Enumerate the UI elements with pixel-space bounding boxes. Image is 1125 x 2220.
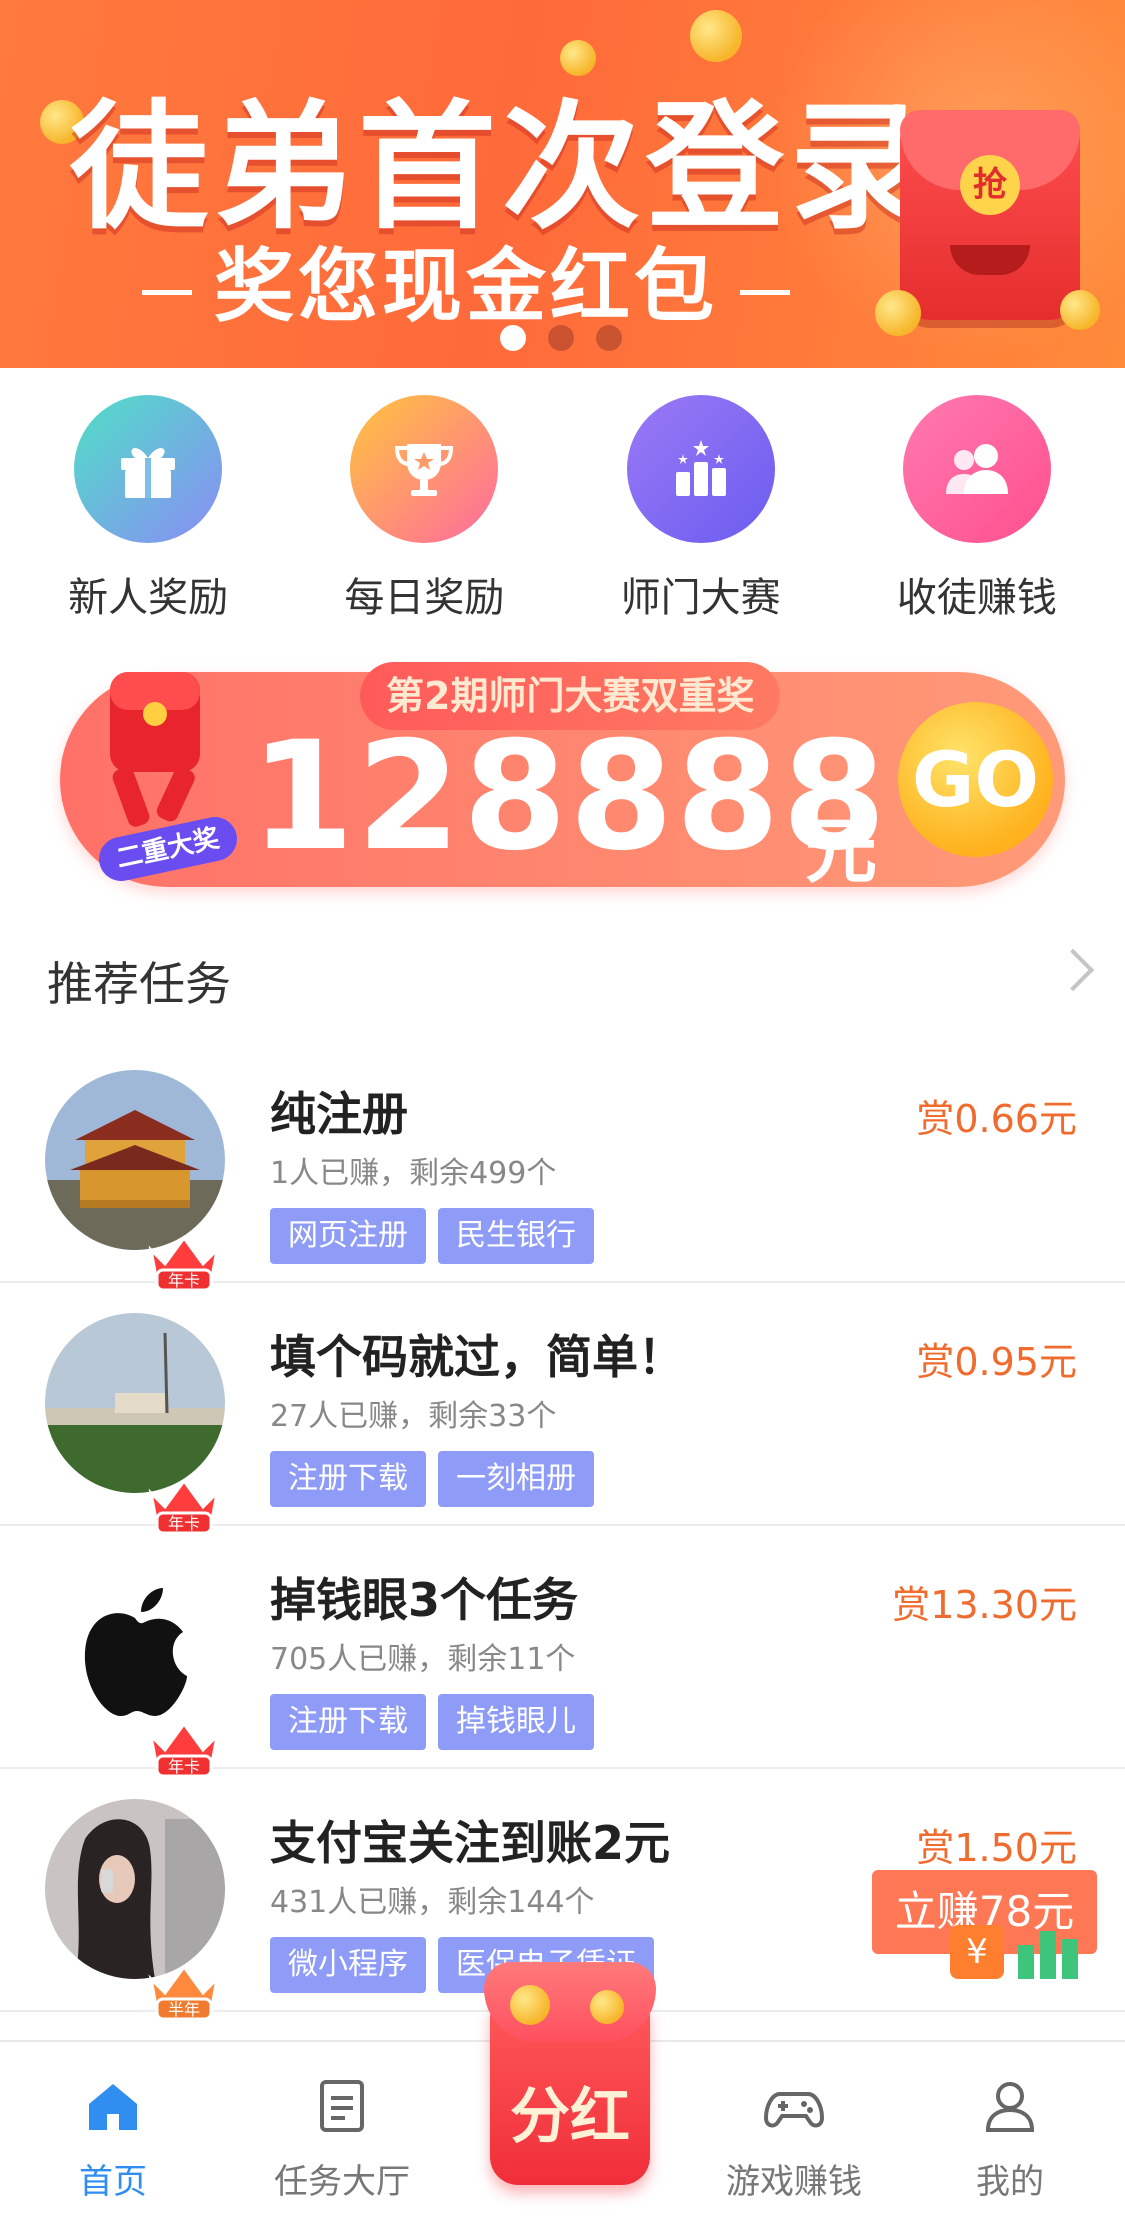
quick-action-label: 师门大赛 [620, 575, 781, 621]
podium-icon [626, 395, 775, 543]
recommended-tasks-title: 推荐任务 [47, 957, 231, 1011]
task-reward: 赏0.66元 [916, 1097, 1077, 1141]
carousel-dot[interactable] [596, 325, 622, 351]
gift-icon [74, 395, 223, 543]
top-banner-carousel[interactable]: 徒弟首次登录 奖您现金红包 抢 [0, 0, 1125, 368]
carousel-dot-active[interactable] [500, 325, 526, 351]
carousel-indicator [500, 325, 622, 351]
task-reward: 赏1.50元 [916, 1826, 1077, 1870]
coin-icon [1060, 290, 1100, 330]
task-tag: 微小程序 [270, 1937, 426, 1993]
task-tag: 注册下载 [270, 1694, 426, 1750]
users-icon [902, 395, 1051, 543]
task-tag: 网页注册 [270, 1208, 426, 1264]
prize-unit: 元 [805, 809, 878, 893]
document-icon [320, 2080, 364, 2132]
nav-games-earn[interactable]: 游戏赚钱 [704, 2042, 884, 2220]
task-title: 支付宝关注到账2元 [270, 1816, 671, 1870]
nav-task-hall[interactable]: 任务大厅 [252, 2042, 432, 2220]
task-progress: 431人已赚，剩余144个 [270, 1885, 595, 1920]
task-title: 掉钱眼3个任务 [270, 1573, 579, 1627]
dividend-center-button[interactable]: 分红 [484, 1962, 656, 2185]
dash-decoration [142, 289, 192, 295]
task-tags: 注册下载 掉钱眼儿 [270, 1694, 594, 1750]
task-progress: 705人已赚，剩余11个 [270, 1642, 576, 1677]
coin-icon [510, 1985, 550, 2025]
task-title: 纯注册 [270, 1087, 408, 1141]
task-tags: 注册下载 一刻相册 [270, 1451, 594, 1507]
quick-actions: 新人奖励 每日奖励 师门大赛 收徒赚钱 [0, 395, 1125, 635]
task-tags: 网页注册 民生银行 [270, 1208, 594, 1264]
go-button[interactable]: GO [898, 702, 1053, 857]
mascot-mouth [950, 245, 1030, 275]
grab-seal: 抢 [960, 155, 1020, 215]
nav-label: 任务大厅 [274, 2162, 410, 2202]
quick-action-newcomer-reward[interactable]: 新人奖励 [38, 395, 258, 635]
carousel-dot[interactable] [548, 325, 574, 351]
nav-label: 游戏赚钱 [726, 2162, 862, 2202]
task-tag: 一刻相册 [438, 1451, 594, 1507]
contest-promo-banner[interactable]: 二重大奖 第2期师门大赛双重奖 128888 元 GO [60, 662, 1065, 893]
task-tag: 注册下载 [270, 1451, 426, 1507]
quick-action-sect-contest[interactable]: 师门大赛 [591, 395, 811, 635]
quick-action-recruit-earn[interactable]: 收徒赚钱 [867, 395, 1087, 635]
nav-label: 我的 [976, 2162, 1044, 2202]
dividend-label: 分红 [510, 2082, 630, 2152]
prize-amount: 128888 [250, 710, 889, 884]
coin-icon [875, 290, 921, 336]
crown-text: 半年 [168, 2000, 200, 2019]
trophy-icon [350, 395, 499, 543]
nav-label: 首页 [79, 2162, 147, 2202]
task-tag: 掉钱眼儿 [438, 1694, 594, 1750]
banner-subtitle: 奖您现金红包 [120, 222, 812, 338]
quick-action-label: 每日奖励 [344, 575, 505, 621]
task-tag: 民生银行 [438, 1208, 594, 1264]
chevron-right-icon[interactable] [1051, 948, 1095, 992]
task-reward: 赏0.95元 [916, 1340, 1077, 1384]
red-envelope-mascot-icon: 抢 [900, 110, 1080, 320]
task-progress: 1人已赚，剩余499个 [270, 1156, 557, 1191]
dash-decoration [740, 289, 790, 295]
quick-action-label: 新人奖励 [68, 575, 229, 621]
bar-chart-icon [1018, 1925, 1080, 1979]
half-year-crown-icon: 半年 [148, 1964, 220, 2021]
home-icon [89, 2084, 137, 2130]
task-title: 填个码就过，简单！ [270, 1330, 684, 1384]
coin-icon [590, 1990, 624, 2024]
nav-home[interactable]: 首页 [23, 2042, 203, 2220]
task-item[interactable]: 年卡 填个码就过，简单！ 27人已赚，剩余33个 注册下载 一刻相册 赏0.95… [0, 1283, 1125, 1535]
user-icon [985, 2082, 1035, 2132]
task-item[interactable]: 年卡 纯注册 1人已赚，剩余499个 网页注册 民生银行 赏0.66元 [0, 1040, 1125, 1292]
nav-mine[interactable]: 我的 [920, 2042, 1100, 2220]
gamepad-icon [764, 2092, 824, 2128]
task-reward: 赏13.30元 [892, 1583, 1077, 1627]
yen-icon: ¥ [950, 1925, 1004, 1979]
task-item[interactable]: 年卡 掉钱眼3个任务 705人已赚，剩余11个 注册下载 掉钱眼儿 赏13.30… [0, 1526, 1125, 1778]
task-progress: 27人已赚，剩余33个 [270, 1399, 557, 1434]
quick-action-label: 收徒赚钱 [896, 575, 1057, 621]
banner-subtitle-text: 奖您现金红包 [214, 240, 718, 333]
quick-action-daily-reward[interactable]: 每日奖励 [314, 395, 534, 635]
